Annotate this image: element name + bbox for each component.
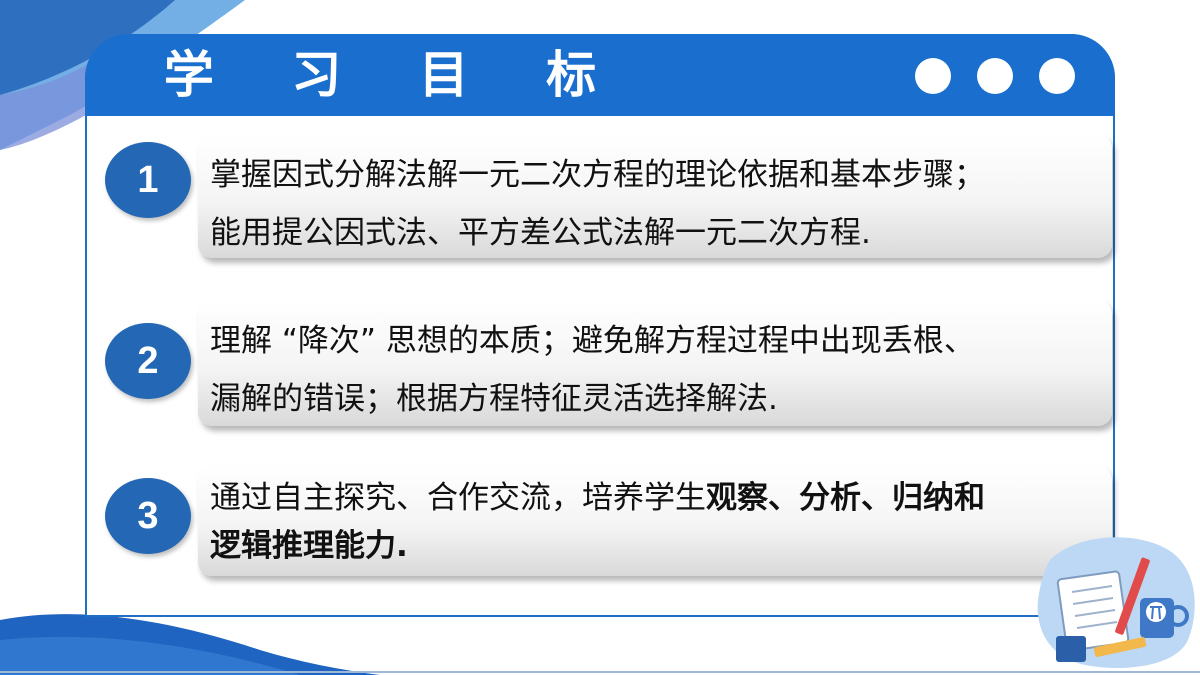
slide: 学 习 目 标 掌握因式分解法解一元二次方程的理论依据和基本步骤； 能用提公因式… (0, 0, 1200, 675)
pi-badge (1146, 602, 1166, 622)
math-study-icon (1037, 537, 1195, 669)
calculator-icon (1056, 636, 1086, 662)
